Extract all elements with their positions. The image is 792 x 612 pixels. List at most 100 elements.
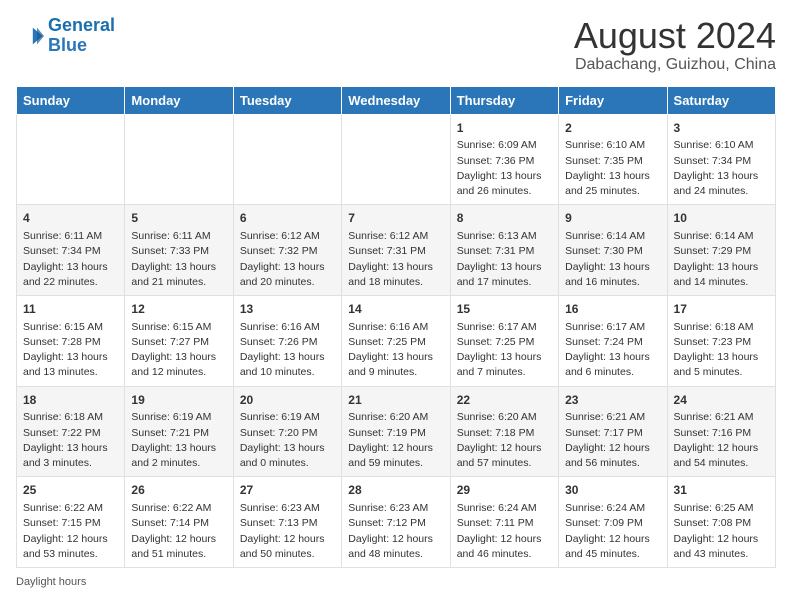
day-number: 27	[240, 482, 335, 499]
calendar-cell: 16 Sunrise: 6:17 AM Sunset: 7:24 PM Dayli…	[559, 295, 667, 386]
day-info: Sunrise: 6:19 AM Sunset: 7:21 PM Dayligh…	[131, 410, 226, 471]
day-info: Sunrise: 6:16 AM Sunset: 7:25 PM Dayligh…	[348, 320, 443, 381]
calendar-cell: 24Sunrise: 6:21 AM Sunset: 7:16 PM Dayli…	[667, 386, 775, 477]
day-header-wednesday: Wednesday	[342, 86, 450, 114]
day-info: Sunrise: 6:16 AM Sunset: 7:26 PM Dayligh…	[240, 320, 335, 381]
day-number: 15	[457, 301, 552, 318]
calendar-cell: 28 Sunrise: 6:23 AM Sunset: 7:12 PM Dayli…	[342, 477, 450, 568]
day-number: 24	[674, 392, 769, 409]
calendar-cell: 4 Sunrise: 6:11 AM Sunset: 7:34 PM Daylig…	[17, 205, 125, 296]
day-number: 29	[457, 482, 552, 499]
day-number: 6	[240, 210, 335, 227]
day-number: 20	[240, 392, 335, 409]
day-info: Sunrise: 6:21 AM Sunset: 7:16 PM Dayligh…	[674, 410, 769, 471]
month-year: August 2024	[574, 16, 776, 56]
day-info: Sunrise: 6:11 AM Sunset: 7:34 PM Dayligh…	[23, 229, 118, 290]
day-info: Sunrise: 6:22 AM Sunset: 7:15 PM Dayligh…	[23, 501, 118, 562]
calendar-cell: 19Sunrise: 6:19 AM Sunset: 7:21 PM Dayli…	[125, 386, 233, 477]
day-number: 10	[674, 210, 769, 227]
day-info: Sunrise: 6:23 AM Sunset: 7:13 PM Dayligh…	[240, 501, 335, 562]
day-info: Sunrise: 6:14 AM Sunset: 7:29 PM Dayligh…	[674, 229, 769, 290]
calendar-cell: 3Sunrise: 6:10 AM Sunset: 7:34 PM Daylig…	[667, 114, 775, 205]
calendar-cell: 14 Sunrise: 6:16 AM Sunset: 7:25 PM Dayli…	[342, 295, 450, 386]
day-number: 19	[131, 392, 226, 409]
calendar-cell: 12 Sunrise: 6:15 AM Sunset: 7:27 PM Dayli…	[125, 295, 233, 386]
day-number: 30	[565, 482, 660, 499]
day-header-tuesday: Tuesday	[233, 86, 341, 114]
day-number: 3	[674, 120, 769, 137]
day-info: Sunrise: 6:24 AM Sunset: 7:11 PM Dayligh…	[457, 501, 552, 562]
day-info: Sunrise: 6:24 AM Sunset: 7:09 PM Dayligh…	[565, 501, 660, 562]
calendar-table: SundayMondayTuesdayWednesdayThursdayFrid…	[16, 86, 776, 568]
calendar-cell: 11Sunrise: 6:15 AM Sunset: 7:28 PM Dayli…	[17, 295, 125, 386]
day-info: Sunrise: 6:20 AM Sunset: 7:18 PM Dayligh…	[457, 410, 552, 471]
day-header-friday: Friday	[559, 86, 667, 114]
day-header-sunday: Sunday	[17, 86, 125, 114]
calendar-cell: 21Sunrise: 6:20 AM Sunset: 7:19 PM Dayli…	[342, 386, 450, 477]
calendar-cell: 29 Sunrise: 6:24 AM Sunset: 7:11 PM Dayli…	[450, 477, 558, 568]
calendar-cell: 1Sunrise: 6:09 AM Sunset: 7:36 PM Daylig…	[450, 114, 558, 205]
calendar-cell: 26Sunrise: 6:22 AM Sunset: 7:14 PM Dayli…	[125, 477, 233, 568]
calendar-cell: 25Sunrise: 6:22 AM Sunset: 7:15 PM Dayli…	[17, 477, 125, 568]
day-info: Sunrise: 6:17 AM Sunset: 7:24 PM Dayligh…	[565, 320, 660, 381]
calendar-week-1: 1Sunrise: 6:09 AM Sunset: 7:36 PM Daylig…	[17, 114, 776, 205]
day-info: Sunrise: 6:23 AM Sunset: 7:12 PM Dayligh…	[348, 501, 443, 562]
day-number: 31	[674, 482, 769, 499]
calendar-cell: 30 Sunrise: 6:24 AM Sunset: 7:09 PM Dayli…	[559, 477, 667, 568]
calendar-body: 1Sunrise: 6:09 AM Sunset: 7:36 PM Daylig…	[17, 114, 776, 567]
day-info: Sunrise: 6:17 AM Sunset: 7:25 PM Dayligh…	[457, 320, 552, 381]
calendar-cell: 13Sunrise: 6:16 AM Sunset: 7:26 PM Dayli…	[233, 295, 341, 386]
day-number: 16	[565, 301, 660, 318]
day-number: 4	[23, 210, 118, 227]
calendar-week-4: 18Sunrise: 6:18 AM Sunset: 7:22 PM Dayli…	[17, 386, 776, 477]
day-number: 23	[565, 392, 660, 409]
day-info: Sunrise: 6:15 AM Sunset: 7:27 PM Dayligh…	[131, 320, 226, 381]
calendar-cell: 27 Sunrise: 6:23 AM Sunset: 7:13 PM Dayli…	[233, 477, 341, 568]
calendar-cell: 7 Sunrise: 6:12 AM Sunset: 7:31 PM Daylig…	[342, 205, 450, 296]
day-number: 18	[23, 392, 118, 409]
logo-text: General Blue	[48, 16, 115, 56]
day-number: 8	[457, 210, 552, 227]
day-info: Sunrise: 6:12 AM Sunset: 7:31 PM Dayligh…	[348, 229, 443, 290]
day-info: Sunrise: 6:09 AM Sunset: 7:36 PM Dayligh…	[457, 138, 552, 199]
calendar-cell: 18Sunrise: 6:18 AM Sunset: 7:22 PM Dayli…	[17, 386, 125, 477]
calendar-week-3: 11Sunrise: 6:15 AM Sunset: 7:28 PM Dayli…	[17, 295, 776, 386]
day-header-monday: Monday	[125, 86, 233, 114]
day-info: Sunrise: 6:11 AM Sunset: 7:33 PM Dayligh…	[131, 229, 226, 290]
calendar-cell	[233, 114, 341, 205]
calendar-header-row: SundayMondayTuesdayWednesdayThursdayFrid…	[17, 86, 776, 114]
header: General Blue August 2024 Dabachang, Guiz…	[16, 16, 776, 74]
day-number: 14	[348, 301, 443, 318]
day-info: Sunrise: 6:10 AM Sunset: 7:35 PM Dayligh…	[565, 138, 660, 199]
day-info: Sunrise: 6:25 AM Sunset: 7:08 PM Dayligh…	[674, 501, 769, 562]
day-number: 7	[348, 210, 443, 227]
day-info: Sunrise: 6:12 AM Sunset: 7:32 PM Dayligh…	[240, 229, 335, 290]
day-number: 22	[457, 392, 552, 409]
day-header-thursday: Thursday	[450, 86, 558, 114]
day-number: 17	[674, 301, 769, 318]
day-number: 26	[131, 482, 226, 499]
logo-icon	[16, 22, 44, 50]
calendar-cell	[17, 114, 125, 205]
calendar-cell: 17 Sunrise: 6:18 AM Sunset: 7:23 PM Dayli…	[667, 295, 775, 386]
day-info: Sunrise: 6:13 AM Sunset: 7:31 PM Dayligh…	[457, 229, 552, 290]
calendar-cell: 8 Sunrise: 6:13 AM Sunset: 7:31 PM Daylig…	[450, 205, 558, 296]
day-info: Sunrise: 6:21 AM Sunset: 7:17 PM Dayligh…	[565, 410, 660, 471]
calendar-cell: 5 Sunrise: 6:11 AM Sunset: 7:33 PM Daylig…	[125, 205, 233, 296]
day-info: Sunrise: 6:18 AM Sunset: 7:23 PM Dayligh…	[674, 320, 769, 381]
calendar-cell	[125, 114, 233, 205]
title-section: August 2024 Dabachang, Guizhou, China	[574, 16, 776, 74]
calendar-cell: 6 Sunrise: 6:12 AM Sunset: 7:32 PM Daylig…	[233, 205, 341, 296]
day-info: Sunrise: 6:19 AM Sunset: 7:20 PM Dayligh…	[240, 410, 335, 471]
calendar-cell: 15 Sunrise: 6:17 AM Sunset: 7:25 PM Dayli…	[450, 295, 558, 386]
day-number: 5	[131, 210, 226, 227]
day-number: 28	[348, 482, 443, 499]
day-number: 12	[131, 301, 226, 318]
day-number: 2	[565, 120, 660, 137]
calendar-week-2: 4 Sunrise: 6:11 AM Sunset: 7:34 PM Daylig…	[17, 205, 776, 296]
calendar-cell: 31 Sunrise: 6:25 AM Sunset: 7:08 PM Dayli…	[667, 477, 775, 568]
day-info: Sunrise: 6:14 AM Sunset: 7:30 PM Dayligh…	[565, 229, 660, 290]
day-info: Sunrise: 6:18 AM Sunset: 7:22 PM Dayligh…	[23, 410, 118, 471]
day-info: Sunrise: 6:15 AM Sunset: 7:28 PM Dayligh…	[23, 320, 118, 381]
calendar-cell	[342, 114, 450, 205]
